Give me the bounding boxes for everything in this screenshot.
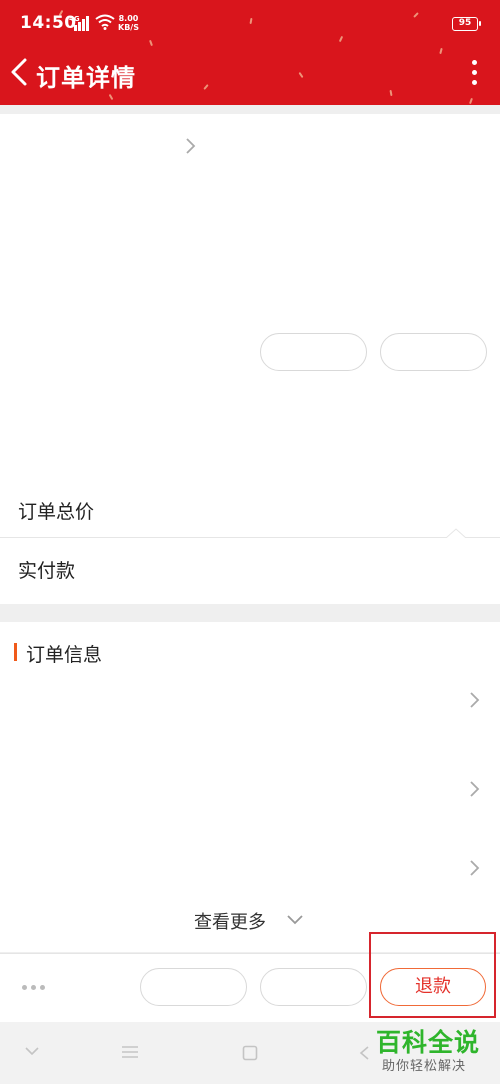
info-row-chevron-icon[interactable] [467, 691, 481, 709]
wifi-icon [95, 14, 115, 30]
back-button[interactable] [8, 57, 32, 87]
more-actions-button[interactable] [22, 985, 46, 991]
speed-value: 8.00 [118, 14, 139, 23]
product-action-button[interactable] [380, 333, 487, 371]
decoration-sparkle [439, 47, 443, 55]
nav-menu-icon[interactable] [121, 1045, 139, 1059]
order-total-label: 订单总价 [18, 501, 95, 523]
status-bar: 14:50 4G 8.00 KB/S 95 [0, 0, 500, 48]
product-action-button[interactable] [260, 333, 367, 371]
info-row-chevron-icon[interactable] [467, 780, 481, 798]
speed-unit: KB/S [118, 23, 139, 32]
nav-collapse-icon[interactable] [24, 1046, 40, 1056]
decoration-sparkle [203, 84, 209, 90]
section-accent-bar [14, 643, 17, 661]
page-title: 订单详情 [36, 64, 136, 92]
highlight-annotation [369, 932, 496, 1018]
decoration-sparkle [298, 71, 304, 79]
shop-chevron-right-icon[interactable] [183, 137, 197, 155]
network-speed: 8.00 KB/S [118, 14, 139, 32]
tooltip-arrow-icon [446, 528, 466, 538]
divider [0, 537, 500, 538]
more-options-button[interactable] [470, 60, 478, 86]
see-more-link[interactable]: 查看更多 [0, 908, 500, 934]
watermark-brand: 百科全说 [376, 1028, 481, 1057]
order-info-title: 订单信息 [26, 644, 103, 666]
decoration-sparkle [389, 89, 393, 97]
decoration-sparkle [108, 93, 114, 101]
watermark-tagline: 助你轻松解决 [382, 1059, 467, 1074]
app-header: 14:50 4G 8.00 KB/S 95 订单详情 [0, 0, 500, 105]
nav-back-icon[interactable] [358, 1045, 370, 1061]
order-action-button[interactable] [140, 968, 247, 1006]
decoration-sparkle [469, 97, 473, 105]
signal-icon [74, 15, 92, 31]
battery-indicator: 95 [452, 17, 481, 31]
chevron-down-icon[interactable] [286, 914, 304, 926]
order-info-card [0, 622, 500, 952]
nav-home-icon[interactable] [242, 1045, 258, 1061]
info-row-chevron-icon[interactable] [467, 859, 481, 877]
order-action-button[interactable] [260, 968, 367, 1006]
paid-amount-label: 实付款 [18, 560, 76, 582]
